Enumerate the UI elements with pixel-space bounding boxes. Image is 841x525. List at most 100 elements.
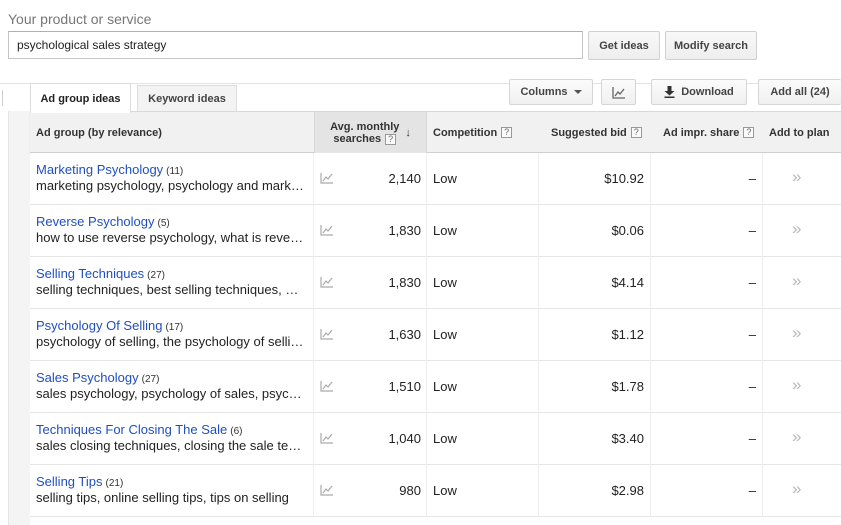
column-divider bbox=[762, 205, 763, 257]
header-ad-impr-share[interactable]: Ad impr. share? bbox=[663, 112, 755, 153]
column-divider bbox=[650, 153, 651, 205]
add-to-plan-icon[interactable]: » bbox=[792, 479, 801, 499]
add-to-plan-icon[interactable]: » bbox=[792, 219, 801, 239]
search-input[interactable] bbox=[8, 31, 583, 59]
column-divider bbox=[650, 309, 651, 361]
chevron-down-icon bbox=[573, 90, 582, 94]
ad-group-link[interactable]: Selling Techniques bbox=[36, 266, 144, 281]
trend-chart-icon[interactable] bbox=[320, 276, 334, 288]
modify-search-button[interactable]: Modify search bbox=[665, 31, 757, 60]
header-add-to-plan: Add to plan bbox=[769, 126, 830, 139]
ad-group-link[interactable]: Sales Psychology bbox=[36, 370, 139, 385]
header-avg-line2: searches? bbox=[333, 133, 397, 145]
competition-value: Low bbox=[433, 171, 457, 186]
column-divider bbox=[762, 309, 763, 361]
get-ideas-button[interactable]: Get ideas bbox=[588, 31, 660, 60]
ad-group-link[interactable]: Reverse Psychology bbox=[36, 214, 155, 229]
column-divider bbox=[650, 465, 651, 517]
download-button[interactable]: Download bbox=[651, 79, 747, 105]
suggested-bid: $1.78 bbox=[611, 379, 644, 394]
ad-group-link[interactable]: Psychology Of Selling bbox=[36, 318, 162, 333]
ad-group-keywords: sales closing techniques, closing the sa… bbox=[36, 438, 304, 453]
keyword-count: (11) bbox=[166, 166, 184, 177]
ad-group-keywords: marketing psychology, psychology and mar… bbox=[36, 178, 304, 193]
ad-impr-share: – bbox=[748, 483, 756, 498]
ad-group-keywords: sales psychology, psychology of sales, p… bbox=[36, 386, 304, 401]
column-divider bbox=[313, 205, 314, 257]
chart-toggle-button[interactable] bbox=[601, 79, 636, 105]
ad-group-keywords: selling tips, online selling tips, tips … bbox=[36, 490, 289, 505]
add-all-button[interactable]: Add all (24) bbox=[758, 79, 841, 105]
tab-keyword-ideas[interactable]: Keyword ideas bbox=[137, 85, 237, 112]
table-row: Psychology Of Selling (17) psychology of … bbox=[30, 309, 841, 361]
add-to-plan-icon[interactable]: » bbox=[792, 375, 801, 395]
ad-impr-share: – bbox=[748, 327, 756, 342]
avg-monthly-searches: 980 bbox=[399, 483, 421, 498]
suggested-bid: $1.12 bbox=[611, 327, 644, 342]
help-icon[interactable]: ? bbox=[385, 133, 397, 145]
competition-value: Low bbox=[433, 483, 457, 498]
ad-group-cell: Techniques For Closing The Sale (6) sales… bbox=[36, 422, 306, 453]
trend-chart-icon[interactable] bbox=[320, 328, 334, 340]
trend-chart-icon[interactable] bbox=[320, 224, 334, 236]
help-icon[interactable]: ? bbox=[743, 127, 755, 138]
column-divider bbox=[426, 153, 427, 205]
column-divider bbox=[650, 361, 651, 413]
columns-label: Columns bbox=[520, 86, 568, 98]
competition-value: Low bbox=[433, 431, 457, 446]
column-divider bbox=[538, 309, 539, 361]
add-to-plan-icon[interactable]: » bbox=[792, 323, 801, 343]
download-icon bbox=[664, 86, 675, 98]
avg-monthly-searches: 1,630 bbox=[388, 327, 421, 342]
ad-group-keywords: selling techniques, best selling techniq… bbox=[36, 282, 304, 297]
ad-group-link[interactable]: Selling Tips bbox=[36, 474, 102, 489]
column-divider bbox=[313, 361, 314, 413]
left-gutter bbox=[9, 111, 30, 525]
column-divider bbox=[426, 465, 427, 517]
trend-chart-icon[interactable] bbox=[320, 484, 334, 496]
header-suggested-bid[interactable]: Suggested bid? bbox=[551, 112, 642, 153]
ad-impr-share: – bbox=[748, 223, 756, 238]
ad-group-link[interactable]: Marketing Psychology bbox=[36, 162, 163, 177]
keyword-count: (6) bbox=[230, 426, 243, 437]
header-competition[interactable]: Competition? bbox=[433, 112, 513, 153]
suggested-bid: $2.98 bbox=[611, 483, 644, 498]
columns-button[interactable]: Columns bbox=[509, 79, 593, 105]
table-row: Selling Techniques (27) selling technique… bbox=[30, 257, 841, 309]
column-divider bbox=[313, 257, 314, 309]
ad-group-keywords: how to use reverse psychology, what is r… bbox=[36, 230, 304, 245]
trend-chart-icon[interactable] bbox=[320, 172, 334, 184]
avg-monthly-searches: 1,510 bbox=[388, 379, 421, 394]
header-ad-group[interactable]: Ad group (by relevance) bbox=[36, 112, 162, 153]
keyword-count: (27) bbox=[147, 270, 165, 281]
ad-group-cell: Selling Techniques (27) selling technique… bbox=[36, 266, 306, 297]
keyword-count: (17) bbox=[165, 322, 184, 333]
competition-value: Low bbox=[433, 275, 457, 290]
column-divider bbox=[762, 257, 763, 309]
header-avg-line1: Avg. monthly bbox=[330, 120, 400, 133]
suggested-bid: $10.92 bbox=[604, 171, 644, 186]
column-divider bbox=[313, 309, 314, 361]
avg-monthly-searches: 2,140 bbox=[388, 171, 421, 186]
column-divider bbox=[426, 205, 427, 257]
competition-value: Low bbox=[433, 327, 457, 342]
ad-group-cell: Sales Psychology (27) sales psychology, p… bbox=[36, 370, 306, 401]
header-avg-monthly-searches[interactable]: Avg. monthly searches? ↓ bbox=[314, 112, 427, 153]
tab-ad-group-ideas[interactable]: Ad group ideas bbox=[30, 83, 131, 113]
help-icon[interactable]: ? bbox=[501, 127, 513, 138]
add-to-plan-icon[interactable]: » bbox=[792, 167, 801, 187]
help-icon[interactable]: ? bbox=[630, 127, 642, 138]
trend-chart-icon[interactable] bbox=[320, 380, 334, 392]
add-to-plan-icon[interactable]: » bbox=[792, 271, 801, 291]
column-divider bbox=[538, 413, 539, 465]
column-divider bbox=[538, 257, 539, 309]
ad-group-link[interactable]: Techniques For Closing The Sale bbox=[36, 422, 227, 437]
trend-chart-icon[interactable] bbox=[320, 432, 334, 444]
add-to-plan-icon[interactable]: » bbox=[792, 427, 801, 447]
table-row: Techniques For Closing The Sale (6) sales… bbox=[30, 413, 841, 465]
column-divider bbox=[762, 413, 763, 465]
table-header: Ad group (by relevance) Avg. monthly sea… bbox=[30, 111, 841, 153]
collapse-handle[interactable] bbox=[0, 90, 3, 106]
column-divider bbox=[426, 309, 427, 361]
suggested-bid: $0.06 bbox=[611, 223, 644, 238]
